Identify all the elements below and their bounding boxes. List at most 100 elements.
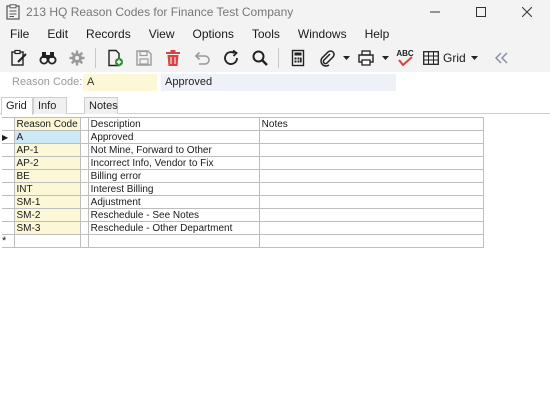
cell-reason-code[interactable]: BE [13, 169, 81, 183]
cell-notes[interactable] [258, 221, 484, 235]
cell-notes[interactable] [258, 130, 484, 144]
row-indicator [2, 208, 15, 222]
collapse-panel-button[interactable] [488, 45, 517, 71]
grid-view-label: Grid [443, 51, 466, 65]
cell-description[interactable]: Not Mine, Forward to Other [87, 143, 260, 157]
column-divider [79, 130, 89, 144]
edit-record-button[interactable] [4, 45, 33, 71]
menu-options[interactable]: Options [187, 27, 240, 41]
cell-reason-code[interactable] [13, 234, 81, 248]
search-button[interactable] [245, 45, 274, 71]
calculator-icon [291, 49, 304, 67]
cell-notes[interactable] [258, 182, 484, 196]
reason-code-header: Reason Code: A Approved [0, 72, 550, 96]
cell-notes[interactable] [258, 208, 484, 222]
delete-button[interactable] [158, 45, 187, 71]
attachment-button[interactable] [312, 45, 341, 71]
cell-description[interactable]: Interest Billing [87, 182, 260, 196]
undo-icon [194, 51, 210, 65]
cell-notes[interactable] [258, 143, 484, 157]
tab-notes[interactable]: Notes [84, 97, 118, 114]
menu-view[interactable]: View [143, 27, 181, 41]
save-button[interactable] [129, 45, 158, 71]
menu-tools[interactable]: Tools [246, 27, 286, 41]
cell-description[interactable]: Billing error [87, 169, 260, 183]
table-row[interactable]: ▶ A Approved [2, 130, 484, 144]
cell-description[interactable]: Reschedule - See Notes [87, 208, 260, 222]
cell-description[interactable]: Incorrect Info, Vendor to Fix [87, 156, 260, 170]
cell-reason-code[interactable]: AP-1 [13, 143, 81, 157]
find-button[interactable] [33, 45, 62, 71]
cell-reason-code[interactable]: AP-2 [13, 156, 81, 170]
grid-view-button[interactable]: Grid [423, 45, 466, 71]
column-header-notes[interactable]: Notes [258, 117, 484, 131]
table-row[interactable]: AP-2 Incorrect Info, Vendor to Fix [2, 156, 484, 170]
new-record-row[interactable]: * [2, 234, 484, 248]
cell-reason-code[interactable]: INT [13, 182, 81, 196]
cell-reason-code[interactable]: SM-3 [13, 221, 81, 235]
cell-description[interactable]: Reschedule - Other Department [87, 221, 260, 235]
refresh-button[interactable] [216, 45, 245, 71]
cell-reason-code[interactable]: A [13, 130, 81, 144]
menu-file[interactable]: File [4, 27, 35, 41]
toolbar-separator [278, 48, 279, 68]
printer-icon [357, 50, 374, 66]
cell-description[interactable]: Adjustment [87, 195, 260, 209]
new-row-indicator: * [2, 234, 15, 248]
minimize-button[interactable] [412, 0, 458, 24]
cell-description[interactable]: Approved [87, 130, 260, 144]
row-indicator [2, 143, 15, 157]
app-icon [6, 4, 20, 20]
double-chevron-left-icon [495, 52, 508, 64]
asterisk-icon: * [2, 234, 7, 247]
cell-description[interactable] [87, 234, 260, 248]
current-row-indicator: ▶ [2, 130, 15, 144]
chevron-down-icon [471, 56, 479, 60]
column-divider [79, 234, 89, 248]
calculator-button[interactable] [283, 45, 312, 71]
print-dropdown[interactable] [380, 45, 390, 71]
table-row[interactable]: BE Billing error [2, 169, 484, 183]
search-icon [252, 50, 268, 66]
print-button[interactable] [351, 45, 380, 71]
trash-icon [165, 50, 180, 66]
tab-info[interactable]: Info [33, 97, 67, 114]
menu-edit[interactable]: Edit [41, 27, 74, 41]
menu-help[interactable]: Help [359, 27, 396, 41]
new-record-button[interactable] [100, 45, 129, 71]
cell-reason-code[interactable]: SM-1 [13, 195, 81, 209]
table-row[interactable]: SM-2 Reschedule - See Notes [2, 208, 484, 222]
settings-button[interactable] [62, 45, 91, 71]
close-button[interactable] [504, 0, 550, 24]
column-divider [79, 156, 89, 170]
row-indicator [2, 182, 15, 196]
maximize-button[interactable] [458, 0, 504, 24]
column-divider [79, 208, 89, 222]
title-bar: 213 HQ Reason Codes for Finance Test Com… [0, 0, 550, 24]
reason-description-field[interactable]: Approved [161, 74, 396, 91]
menu-windows[interactable]: Windows [292, 27, 353, 41]
undo-button[interactable] [187, 45, 216, 71]
column-header-reason-code[interactable]: Reason Code [13, 117, 81, 131]
spell-check-icon: ABC [396, 49, 413, 67]
grid-view-dropdown[interactable] [470, 45, 480, 71]
menu-records[interactable]: Records [80, 27, 137, 41]
attachment-dropdown[interactable] [341, 45, 351, 71]
cell-notes[interactable] [258, 156, 484, 170]
column-divider [79, 195, 89, 209]
column-divider [79, 117, 89, 131]
column-header-description[interactable]: Description [87, 117, 260, 131]
spell-check-button[interactable]: ABC [390, 45, 419, 71]
cell-notes[interactable] [258, 234, 484, 248]
reason-code-field[interactable]: A [83, 74, 157, 91]
tab-strip: Grid Info Notes [0, 97, 550, 115]
tab-grid[interactable]: Grid [1, 97, 33, 115]
cell-notes[interactable] [258, 169, 484, 183]
table-row[interactable]: SM-1 Adjustment [2, 195, 484, 209]
table-row[interactable]: INT Interest Billing [2, 182, 484, 196]
table-row[interactable]: AP-1 Not Mine, Forward to Other [2, 143, 484, 157]
cell-reason-code[interactable]: SM-2 [13, 208, 81, 222]
paperclip-icon [319, 50, 335, 67]
cell-notes[interactable] [258, 195, 484, 209]
table-row[interactable]: SM-3 Reschedule - Other Department [2, 221, 484, 235]
